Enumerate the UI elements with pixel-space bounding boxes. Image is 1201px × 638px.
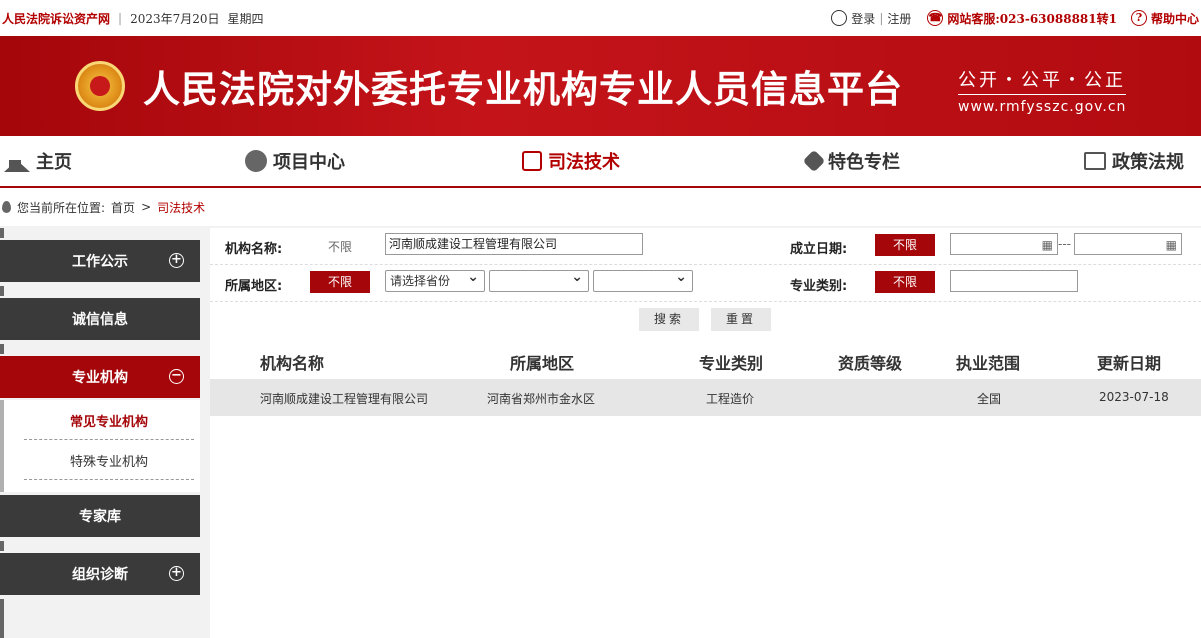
top-bar: 人民法院诉讼资产网 | 2023年7月20日 星期四 登录 | 注册 ☎ 网站客… — [0, 0, 1201, 36]
book-icon — [1084, 152, 1106, 170]
org-name-input[interactable]: 河南顺成建设工程管理有限公司 — [385, 233, 643, 255]
founded-date-label: 成立日期: — [790, 242, 848, 257]
sidebar-item-professional-orgs[interactable]: 专业机构 − — [0, 356, 200, 398]
nav-item-label: 司法技术 — [548, 152, 620, 173]
breadcrumb-current[interactable]: 司法技术 — [157, 199, 205, 216]
sidebar-divider — [0, 286, 4, 296]
nav-item-projects[interactable]: 项目中心 — [245, 136, 345, 186]
date-separator: --- — [1058, 237, 1071, 251]
gavel-icon — [245, 150, 267, 172]
nav-item-policy[interactable]: 政策法规 — [1084, 136, 1184, 186]
sidebar-divider — [0, 344, 4, 354]
sidebar-item-expert-pool[interactable]: 专家库 — [0, 495, 200, 537]
sidebar-item-label: 工作公示 — [72, 254, 128, 270]
nav-item-featured[interactable]: 特色专栏 — [802, 136, 900, 186]
main-nav: 主页 项目中心 司法技术 特色专栏 政策法规 — [0, 136, 1201, 188]
platform-title: 人民法院对外委托专业机构专业人员信息平台 — [143, 68, 903, 111]
sidebar-divider — [0, 541, 4, 551]
separator: | — [879, 11, 884, 25]
end-date-input[interactable] — [1074, 233, 1182, 255]
org-name-unlimited[interactable]: 不限 — [328, 238, 352, 255]
filter-row-region-category: 所属地区: 不限 请选择省份 专业类别: 不限 — [210, 265, 1201, 302]
filter-row-name-date: 机构名称: 不限 河南顺成建设工程管理有限公司 成立日期: 不限 --- — [210, 228, 1201, 265]
sidebar-item-work-notice[interactable]: 工作公示 + — [0, 240, 200, 282]
breadcrumb-arrow: > — [141, 200, 152, 214]
sidebar-subitem-common-orgs[interactable]: 常见专业机构 — [24, 402, 194, 440]
register-link[interactable]: 注册 — [887, 10, 911, 27]
sidebar-subitem-special-orgs[interactable]: 特殊专业机构 — [24, 442, 194, 480]
sidebar-item-label: 专家库 — [79, 509, 121, 525]
start-date-input[interactable] — [950, 233, 1058, 255]
district-select[interactable] — [593, 267, 693, 292]
org-name-label: 机构名称: — [225, 242, 283, 257]
sidebar-divider — [0, 599, 4, 638]
sidebar-item-credit-info[interactable]: 诚信信息 — [0, 298, 200, 340]
column-header-category: 专业类别 — [699, 354, 764, 373]
sidebar-item-label: 诚信信息 — [72, 312, 128, 328]
sidebar-item-org-diagnosis[interactable]: 组织诊断 + — [0, 553, 200, 595]
column-header-updated: 更新日期 — [1097, 354, 1162, 373]
breadcrumb-home[interactable]: 首页 — [111, 199, 135, 216]
slogan: 公开・公平・公正 — [958, 66, 1127, 95]
region-label: 所属地区: — [225, 279, 283, 294]
nav-item-label: 政策法规 — [1112, 152, 1184, 173]
separator: | — [118, 11, 123, 25]
reset-button[interactable]: 重置 — [711, 308, 771, 331]
court-emblem-icon — [75, 61, 125, 111]
column-header-name: 机构名称 — [260, 354, 325, 373]
scale-icon — [522, 151, 542, 171]
search-button[interactable]: 搜索 — [639, 308, 699, 331]
nav-item-label: 主页 — [36, 152, 72, 173]
current-weekday: 星期四 — [227, 11, 264, 26]
cell-updated: 2023-07-18 — [1099, 390, 1169, 404]
column-header-scope: 执业范围 — [956, 354, 1021, 373]
column-header-qualification: 资质等级 — [838, 354, 903, 373]
collapse-icon[interactable]: − — [169, 369, 184, 384]
customer-service: 网站客服:023-63088881转1 — [947, 11, 1117, 26]
cell-category: 工程造价 — [706, 392, 755, 406]
nav-item-label: 特色专栏 — [828, 152, 900, 173]
site-url: www.rmfysszc.gov.cn — [958, 99, 1127, 115]
nav-item-home[interactable]: 主页 — [4, 136, 72, 186]
founded-date-unlimited-button[interactable]: 不限 — [875, 234, 935, 256]
sidebar-divider — [0, 228, 4, 238]
breadcrumb-prefix: 您当前所在位置: — [17, 200, 106, 215]
cell-scope: 全国 — [977, 392, 1002, 406]
nav-item-judicial-tech[interactable]: 司法技术 — [522, 136, 620, 186]
expand-icon[interactable]: + — [169, 253, 184, 268]
banner-right: 公开・公平・公正 www.rmfysszc.gov.cn — [958, 66, 1127, 115]
phone-icon: ☎ — [927, 10, 944, 26]
banner: 人民法院对外委托专业机构专业人员信息平台 公开・公平・公正 www.rmfyss… — [0, 36, 1201, 136]
sidebar-item-label: 专业机构 — [72, 370, 128, 386]
home-icon — [4, 150, 30, 172]
category-input[interactable] — [950, 270, 1078, 292]
sidebar-item-label: 组织诊断 — [72, 567, 128, 583]
main-content: 机构名称: 不限 河南顺成建设工程管理有限公司 成立日期: 不限 --- 所属地… — [210, 228, 1201, 638]
help-icon: ? — [1130, 10, 1147, 26]
sidebar-submenu: 常见专业机构 特殊专业机构 — [0, 400, 200, 492]
cell-region: 河南省郑州市金水区 — [487, 392, 596, 406]
location-pin-icon — [2, 201, 11, 213]
category-unlimited-button[interactable]: 不限 — [875, 271, 935, 293]
expand-icon[interactable]: + — [169, 566, 184, 581]
nav-item-label: 项目中心 — [273, 152, 345, 173]
sidebar: 工作公示 + 诚信信息 专业机构 − 常见专业机构 特殊专业机构 专家库 组织诊… — [0, 228, 200, 638]
current-date: 2023年7月20日 — [130, 11, 220, 26]
category-label: 专业类别: — [790, 279, 848, 294]
user-icon — [831, 10, 848, 26]
login-link[interactable]: 登录 — [851, 10, 875, 27]
table-row[interactable]: 河南顺成建设工程管理有限公司 河南省郑州市金水区 工程造价 全国 2023-07… — [210, 379, 1201, 416]
help-center-link[interactable]: 帮助中心 — [1151, 10, 1199, 27]
region-unlimited-button[interactable]: 不限 — [310, 271, 370, 293]
cell-org-name[interactable]: 河南顺成建设工程管理有限公司 — [260, 390, 428, 407]
badge-icon — [802, 149, 826, 173]
site-name-link[interactable]: 人民法院诉讼资产网 — [2, 10, 110, 27]
city-select[interactable] — [489, 267, 589, 292]
province-select[interactable]: 请选择省份 — [385, 267, 485, 292]
breadcrumb: 您当前所在位置: 首页 > 司法技术 — [0, 188, 1201, 226]
column-header-region: 所属地区 — [510, 354, 575, 373]
